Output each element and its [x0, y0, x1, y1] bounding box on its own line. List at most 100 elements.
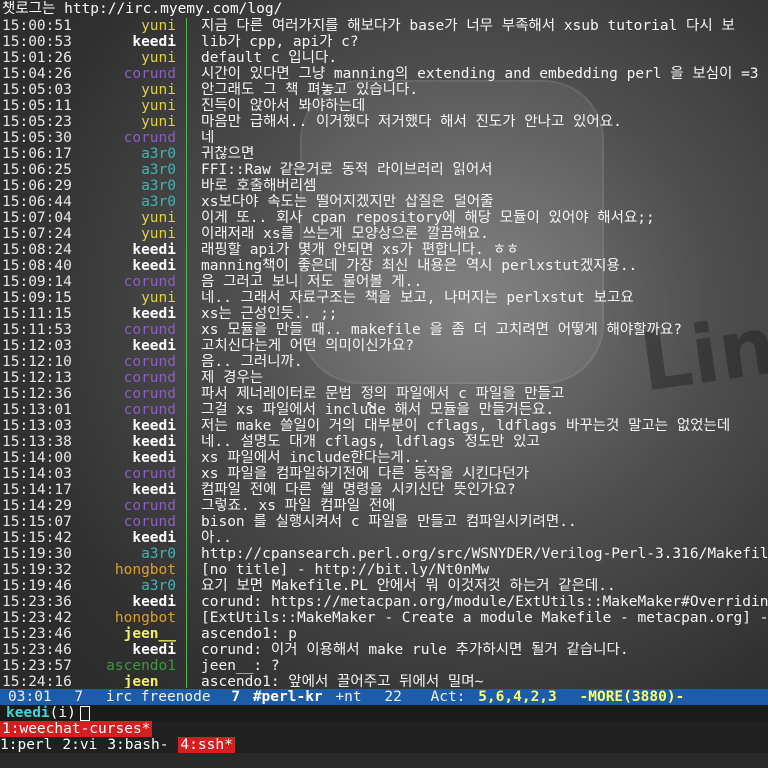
chat-message: 이래저래 xs를 쓰는게 모양상으론 깔끔해요. — [201, 226, 489, 242]
chat-nick[interactable]: keedi — [66, 338, 176, 354]
chat-message: corund: https://metacpan.org/module/ExtU… — [201, 594, 768, 610]
chat-nick[interactable]: keedi — [66, 434, 176, 450]
chat-message: 아.. — [201, 530, 232, 546]
chat-nick[interactable]: keedi — [66, 642, 176, 658]
chat-message: 제 경우는 — [201, 370, 264, 386]
chat-timestamp: 15:05:23 — [2, 114, 72, 130]
chat-nick[interactable]: corund — [66, 466, 176, 482]
chat-nick[interactable]: corund — [66, 370, 176, 386]
chat-timestamp: 15:23:36 — [2, 594, 72, 610]
chat-line: 15:23:57 ascendo1 jeen__: ? — [0, 658, 768, 674]
chat-nick[interactable]: corund — [66, 66, 176, 82]
chat-nick[interactable]: ascendo1 — [66, 658, 176, 674]
tmux-session-label[interactable]: 1:weechat-curses* — [0, 721, 153, 737]
chat-timestamp: 15:14:00 — [2, 450, 72, 466]
chat-line: 15:24:16 jeen__ ascendo1: 앞에서 끌어주고 뒤에서 밀며~ — [0, 674, 768, 688]
nick-separator — [186, 162, 187, 178]
status-channel: #perl-kr — [252, 689, 323, 705]
chat-nick[interactable]: corund — [66, 130, 176, 146]
nick-separator — [186, 658, 187, 674]
nick-separator — [186, 418, 187, 434]
chat-message: 요기 보면 Makefile.PL 안에서 뭐 이것저것 하는거 같은데.. — [201, 578, 616, 594]
chat-nick[interactable]: corund — [66, 514, 176, 530]
chat-timestamp: 15:09:15 — [2, 290, 72, 306]
chat-nick[interactable]: yuni — [66, 114, 176, 130]
nick-separator — [186, 466, 187, 482]
chat-line: 15:23:46 jeen__ ascendo1: p — [0, 626, 768, 642]
chat-timestamp: 15:12:13 — [2, 370, 72, 386]
chat-line: 15:05:30 corund 네 — [0, 130, 768, 146]
nick-separator — [186, 178, 187, 194]
tmux-window-tab[interactable]: 3:bash- — [107, 737, 168, 753]
chat-nick[interactable]: keedi — [66, 242, 176, 258]
chat-nick[interactable]: keedi — [66, 418, 176, 434]
chat-timestamp: 15:12:03 — [2, 338, 72, 354]
chat-nick[interactable]: a3r0 — [66, 146, 176, 162]
chat-nick[interactable]: corund — [66, 322, 176, 338]
chat-nick[interactable]: a3r0 — [66, 578, 176, 594]
chat-nick[interactable]: yuni — [66, 98, 176, 114]
tmux-session-bar: 1:weechat-curses* — [0, 721, 768, 737]
nick-separator — [186, 434, 187, 450]
chat-nick[interactable]: hongbot — [66, 610, 176, 626]
chat-timestamp: 15:13:03 — [2, 418, 72, 434]
chat-message: 컴파일 전에 다른 쉘 명령을 시키신단 뜻인가요? — [201, 482, 516, 498]
chat-nick[interactable]: yuni — [66, 210, 176, 226]
chat-nick[interactable]: a3r0 — [66, 178, 176, 194]
nick-separator — [186, 498, 187, 514]
chat-message: default c 입니다. — [201, 50, 338, 66]
chat-nick[interactable]: keedi — [66, 594, 176, 610]
chat-nick[interactable]: yuni — [66, 290, 176, 306]
chat-timestamp: 15:23:46 — [2, 642, 72, 658]
chat-nick[interactable]: keedi — [66, 306, 176, 322]
chat-line: 15:04:26 corund 시간이 있다면 그냥 manning의 extend… — [0, 66, 768, 82]
chat-nick[interactable]: yuni — [66, 82, 176, 98]
chat-message: xs 모듈을 만들 때.. makefile 을 좀 더 고치려면 어떻게 해야… — [201, 322, 682, 338]
nick-separator — [186, 130, 187, 146]
chat-line: 15:13:03 keedi 저는 make 쓸일이 거의 대부분이 cflags,… — [0, 418, 768, 434]
chat-line: 15:12:10 corund 음.. 그러니까. — [0, 354, 768, 370]
chat-line: 15:07:24 yuni 이래저래 xs를 쓰는게 모양상으론 깔끔해요. — [0, 226, 768, 242]
chat-line: 15:06:25 a3r0 FFI::Raw 같은거로 동적 라이브러리 읽어서 — [0, 162, 768, 178]
chat-nick[interactable]: yuni — [66, 226, 176, 242]
chat-nick[interactable]: corund — [66, 274, 176, 290]
chat-nick[interactable]: a3r0 — [66, 194, 176, 210]
chat-line: 15:05:11 yuni 진득이 앉아서 봐야하는데 — [0, 98, 768, 114]
chat-nick[interactable]: yuni — [66, 50, 176, 66]
chat-nick[interactable]: keedi — [66, 258, 176, 274]
chat-timestamp: 15:06:29 — [2, 178, 72, 194]
tmux-window-tab[interactable]: 2:vi — [62, 737, 97, 753]
chat-nick[interactable]: keedi — [66, 482, 176, 498]
chat-line: 15:06:29 a3r0 바로 호출해버리셈 — [0, 178, 768, 194]
chat-nick[interactable]: a3r0 — [66, 162, 176, 178]
chat-message: 바로 호출해버리셈 — [201, 178, 317, 194]
input-cursor[interactable] — [79, 705, 90, 721]
chat-nick[interactable]: jeen__ — [66, 674, 176, 688]
chat-nick[interactable]: a3r0 — [66, 546, 176, 562]
chat-nick[interactable]: hongbot — [66, 562, 176, 578]
chat-nick[interactable]: keedi — [66, 34, 176, 50]
chat-message: 그렇죠. xs 파일 컴파일 전에 — [201, 498, 396, 514]
chat-line: 15:08:24 keedi 래핑할 api가 몇개 안되면 xs가 편합니다. ㅎ… — [0, 242, 768, 258]
status-channel-number: 7 — [231, 689, 241, 705]
chat-buffer[interactable]: 15:00:51 yuni 지금 다른 여러가지를 해보다가 base가 너무 부족… — [0, 18, 768, 688]
chat-line: 15:13:01 corund 그걸 xs 파일에서 include 해서 모듈을 … — [0, 402, 768, 418]
chat-timestamp: 15:04:26 — [2, 66, 72, 82]
tmux-window-tab[interactable]: 4:ssh* — [178, 737, 235, 753]
chat-nick[interactable]: corund — [66, 354, 176, 370]
nick-separator — [186, 514, 187, 530]
tmux-window-tab[interactable]: 1:perl — [0, 737, 52, 753]
chat-nick[interactable]: corund — [66, 498, 176, 514]
chat-nick[interactable]: yuni — [66, 18, 176, 34]
chat-message: 네.. 설명도 대개 cflags, ldflags 정도만 있고 — [201, 434, 540, 450]
chat-nick[interactable]: keedi — [66, 450, 176, 466]
chat-nick[interactable]: corund — [66, 402, 176, 418]
chat-message: xs 파일에서 include한다는게... — [201, 450, 430, 466]
chat-nick[interactable]: jeen__ — [66, 626, 176, 642]
chat-line: 15:06:44 a3r0 xs보다야 속도는 떨어지겠지만 삽질은 덜어줄 — [0, 194, 768, 210]
chat-message: 안그래도 그 책 펴놓고 있습니다. — [201, 82, 419, 98]
chat-nick[interactable]: keedi — [66, 530, 176, 546]
chat-nick[interactable]: corund — [66, 386, 176, 402]
input-bar[interactable]: keedi(i) — [0, 705, 768, 721]
nick-separator — [186, 34, 187, 50]
